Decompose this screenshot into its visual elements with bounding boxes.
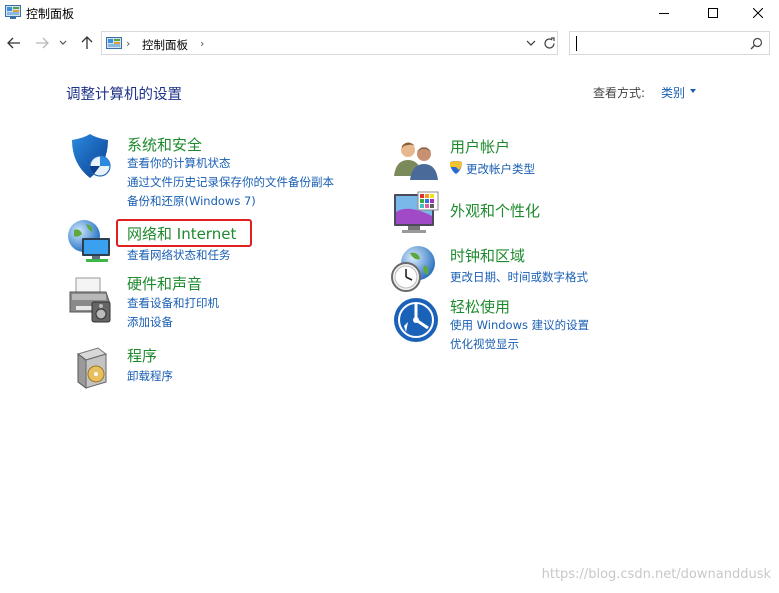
- link-optimize-visual-display[interactable]: 优化视觉显示: [450, 336, 519, 352]
- link-windows-recommended-settings[interactable]: 使用 Windows 建议的设置: [450, 317, 589, 333]
- category-system-security[interactable]: 系统和安全: [127, 134, 202, 155]
- maximize-icon: [708, 8, 718, 18]
- programs-box-icon[interactable]: [70, 344, 118, 392]
- link-devices-printers[interactable]: 查看设备和打印机: [127, 295, 219, 311]
- clock-globe-icon[interactable]: [390, 245, 438, 293]
- link-view-computer-status[interactable]: 查看你的计算机状态: [127, 155, 231, 171]
- link-backup-restore[interactable]: 备份和还原(Windows 7): [127, 193, 256, 209]
- minimize-button[interactable]: [641, 0, 687, 26]
- uac-shield-icon: [450, 161, 462, 174]
- maximize-button[interactable]: [690, 0, 736, 26]
- window-title: 控制面板: [26, 7, 75, 21]
- chevron-down-icon: [59, 40, 67, 45]
- page-title: 调整计算机的设置: [66, 87, 182, 103]
- link-uninstall-program[interactable]: 卸载程序: [127, 368, 173, 384]
- category-programs[interactable]: 程序: [127, 345, 157, 366]
- breadcrumb-control-panel[interactable]: 控制面板: [142, 37, 188, 53]
- control-panel-icon: [106, 37, 122, 49]
- refresh-button[interactable]: [540, 34, 558, 52]
- category-clock-region[interactable]: 时钟和区域: [450, 245, 525, 266]
- search-icon[interactable]: [750, 37, 763, 50]
- printer-icon[interactable]: [66, 276, 114, 324]
- arrow-up-icon: [81, 36, 93, 49]
- category-ease-of-access[interactable]: 轻松使用: [450, 296, 510, 317]
- refresh-icon: [543, 36, 555, 49]
- users-icon[interactable]: [392, 136, 440, 184]
- arrow-left-icon: [7, 37, 20, 49]
- control-panel-icon: [5, 5, 21, 19]
- recent-locations-button[interactable]: [56, 32, 70, 54]
- close-icon: [753, 8, 763, 18]
- link-add-device[interactable]: 添加设备: [127, 314, 173, 330]
- category-user-accounts[interactable]: 用户帐户: [450, 136, 510, 157]
- watermark: https://blog.csdn.net/downanddusk: [541, 567, 771, 582]
- up-button[interactable]: [76, 32, 98, 54]
- link-file-history[interactable]: 通过文件历史记录保存你的文件备份副本: [127, 174, 334, 190]
- category-network-internet[interactable]: 网络和 Internet: [127, 223, 236, 244]
- breadcrumb-separator[interactable]: ›: [126, 37, 130, 50]
- title-bar: 控制面板: [0, 0, 779, 26]
- ease-of-access-icon[interactable]: [392, 296, 440, 344]
- minimize-icon: [659, 13, 669, 14]
- address-bar[interactable]: › 控制面板 ›: [101, 31, 558, 55]
- network-globe-icon[interactable]: [66, 218, 114, 266]
- monitor-palette-icon[interactable]: [392, 190, 440, 238]
- link-change-date-time[interactable]: 更改日期、时间或数字格式: [450, 269, 588, 285]
- forward-button[interactable]: [31, 32, 53, 54]
- dropdown-arrow-icon[interactable]: [690, 89, 696, 93]
- text-caret: [576, 36, 577, 51]
- link-change-account-type[interactable]: 更改帐户类型: [466, 161, 535, 177]
- back-button[interactable]: [3, 32, 25, 54]
- breadcrumb-separator[interactable]: ›: [200, 37, 204, 50]
- category-appearance-personalization[interactable]: 外观和个性化: [450, 200, 540, 221]
- close-button[interactable]: [735, 0, 779, 26]
- arrow-right-icon: [36, 37, 49, 49]
- chevron-down-icon: [526, 40, 536, 46]
- shield-icon[interactable]: [68, 134, 116, 182]
- address-dropdown-button[interactable]: [523, 36, 539, 50]
- view-by-label: 查看方式:: [593, 86, 646, 100]
- view-by-dropdown[interactable]: 类别: [661, 84, 685, 101]
- search-input[interactable]: [569, 31, 770, 55]
- category-hardware-sound[interactable]: 硬件和声音: [127, 273, 202, 294]
- link-network-status[interactable]: 查看网络状态和任务: [127, 247, 231, 263]
